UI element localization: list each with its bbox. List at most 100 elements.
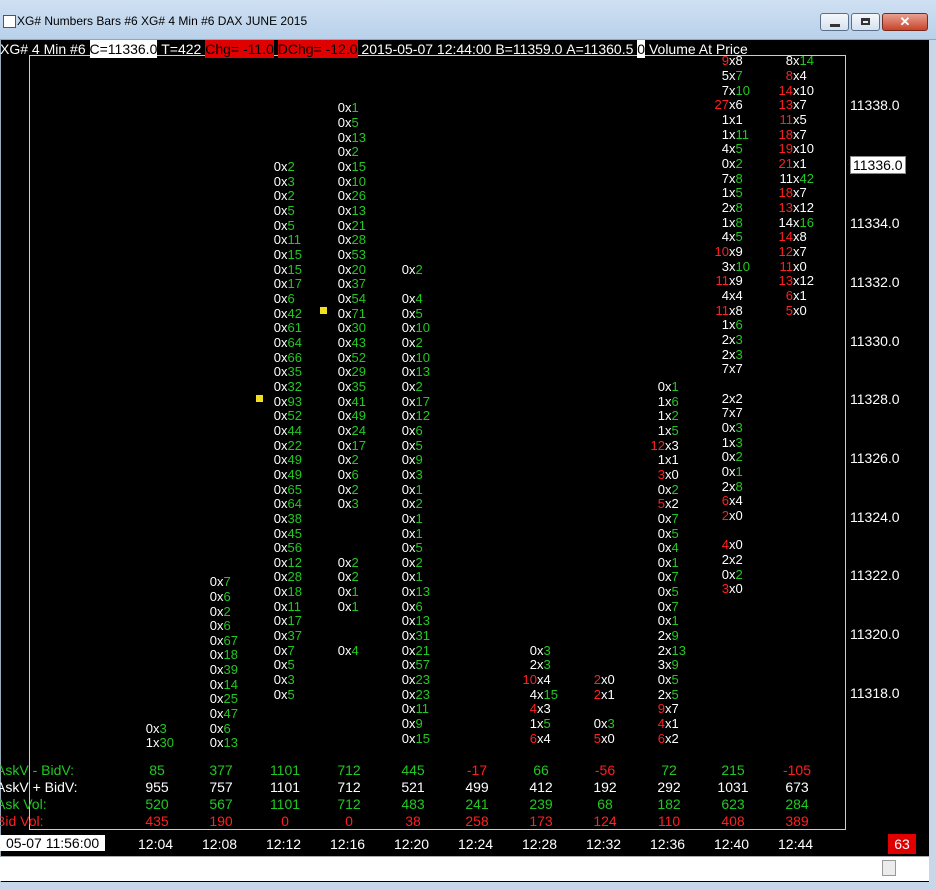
ask-volume: 5 — [671, 423, 679, 438]
time-axis[interactable]: 05-07 11:56:00 12:04 12:08 12:12 12:16 12:20… — [0, 832, 929, 856]
window-frame-right — [929, 40, 936, 890]
ask-volume: 5 — [735, 185, 743, 200]
bid-volume: 2 — [721, 347, 729, 362]
bid-volume: 0 — [209, 633, 217, 648]
ask-volume: 4 — [671, 540, 679, 555]
ladder-cell: 0x5 — [402, 541, 423, 555]
ask-volume: 64 — [287, 335, 302, 350]
chart-header: XG# 4 Min #6 C=11336.0 T=422 Chg= -11.0 … — [0, 40, 748, 58]
bid-volume: 0 — [401, 379, 409, 394]
ladder-cell: 14x8 — [779, 230, 807, 244]
ask-volume: 14 — [799, 53, 814, 68]
ladder-cell: 0x6 — [274, 292, 295, 306]
bid-volume: 0 — [401, 408, 409, 423]
ask-volume: 4 — [799, 68, 807, 83]
bid-volume: 0 — [273, 276, 281, 291]
ask-volume: 7 — [287, 643, 295, 658]
ladder-cell: 0x52 — [274, 409, 302, 423]
ask-volume: 3 — [287, 672, 295, 687]
ladder-cell: 0x41 — [338, 395, 366, 409]
ask-volume: 1 — [351, 584, 359, 599]
summary-value: 757 — [209, 779, 233, 795]
ask-volume: 9 — [735, 273, 743, 288]
ladder-cell: 0x37 — [274, 629, 302, 643]
bid-volume: 11 — [715, 273, 730, 288]
maximize-button[interactable] — [851, 13, 880, 31]
bid-volume: 0 — [337, 232, 345, 247]
horizontal-scrollbar[interactable] — [0, 856, 929, 881]
ladder-cell: 3x0 — [658, 468, 679, 482]
bid-volume: 0 — [337, 452, 345, 467]
price-axis[interactable]: 11338.0 11336.0 11334.0 11332.0 11330.0 11328… — [846, 55, 929, 830]
bid-volume: 0 — [273, 320, 281, 335]
ask-volume: 44 — [287, 423, 302, 438]
bid-volume: 0 — [337, 438, 345, 453]
bid-volume: 0 — [401, 291, 409, 306]
ladder-cell: 0x6 — [402, 424, 423, 438]
ladder-cell: 2x3 — [722, 333, 743, 347]
ask-volume: 9 — [671, 657, 679, 672]
price-label: 11330.0 — [850, 333, 900, 349]
bid-volume: 14 — [778, 83, 793, 98]
ladder-cell: 0x14 — [210, 678, 238, 692]
bid-volume: 0 — [401, 364, 409, 379]
summary-value: 173 — [529, 813, 553, 829]
ask-volume: 5 — [287, 687, 295, 702]
bid-volume: 1 — [721, 317, 729, 332]
ask-volume: 1 — [671, 555, 679, 570]
ladder-cell: 18x7 — [779, 128, 807, 142]
ladder-cell: 0x2 — [402, 336, 423, 350]
ladder-cell: 0x2 — [722, 450, 743, 464]
bid-volume: 21 — [778, 156, 793, 171]
ladder-cell: 7x10 — [722, 84, 750, 98]
ladder-cell: 0x26 — [338, 189, 366, 203]
ask-volume: 4 — [543, 731, 551, 746]
ask-volume: 3 — [287, 174, 295, 189]
bid-volume: 4 — [529, 701, 537, 716]
bid-volume: 0 — [209, 589, 217, 604]
ladder-cell: 0x11 — [402, 702, 429, 716]
bid-volume: 11 — [779, 112, 794, 127]
bid-volume: 0 — [401, 511, 409, 526]
ask-volume: 3 — [159, 721, 167, 736]
ladder-cell: 0x31 — [402, 629, 430, 643]
ladder-cell: 1x1 — [722, 113, 743, 127]
header-zero: 0 — [637, 40, 646, 58]
ask-volume: 5 — [415, 540, 423, 555]
bid-volume: 0 — [401, 452, 409, 467]
ladder-cell: 0x1 — [722, 465, 743, 479]
ladder-cell: 0x3 — [146, 722, 167, 736]
ladder-cell: 13x12 — [779, 274, 814, 288]
ask-volume: 2 — [735, 449, 743, 464]
summary-value: 110 — [657, 813, 681, 829]
title-bar[interactable]: XG# Numbers Bars #6 XG# 4 Min #6 DAX JUN… — [0, 0, 936, 40]
ladder-cell: 0x49 — [338, 409, 366, 423]
ask-volume: 2 — [351, 452, 359, 467]
bid-volume: 0 — [657, 569, 665, 584]
ladder-cell: 3x9 — [658, 658, 679, 672]
ask-volume: 12 — [799, 200, 814, 215]
ask-volume: 2 — [671, 731, 679, 746]
ask-volume: 9 — [415, 716, 423, 731]
close-button[interactable]: ✕ — [882, 13, 928, 31]
price-marker — [320, 307, 327, 314]
bid-volume: 0 — [337, 174, 345, 189]
scrollbar-thumb[interactable] — [882, 860, 896, 876]
ladder-cell: 2x5 — [658, 688, 679, 702]
bid-volume: 1 — [721, 435, 729, 450]
summary-value: 0 — [345, 813, 353, 829]
bid-volume: 10 — [714, 244, 729, 259]
window-title: XG# Numbers Bars #6 XG# 4 Min #6 DAX JUN… — [17, 14, 308, 28]
ladder-cell: 12x3 — [651, 439, 679, 453]
ladder-cell: 0x23 — [402, 673, 430, 687]
ask-volume: 57 — [415, 657, 430, 672]
ladder-cell: 0x1 — [338, 600, 359, 614]
ladder-cell: 0x2 — [722, 568, 743, 582]
bid-volume: 0 — [401, 672, 409, 687]
minimize-button[interactable] — [820, 13, 849, 31]
time-label: 12:20 — [394, 836, 430, 852]
bid-volume: 0 — [401, 262, 409, 277]
price-label: 11322.0 — [850, 567, 900, 583]
chart-plot-area[interactable]: 0x3 1x30 0x7 0x6 0x2 0x6 0x67 0x18 0x39 0x14 0x25 0… — [0, 40, 929, 882]
header-ask: A=11360.5 — [566, 41, 634, 57]
